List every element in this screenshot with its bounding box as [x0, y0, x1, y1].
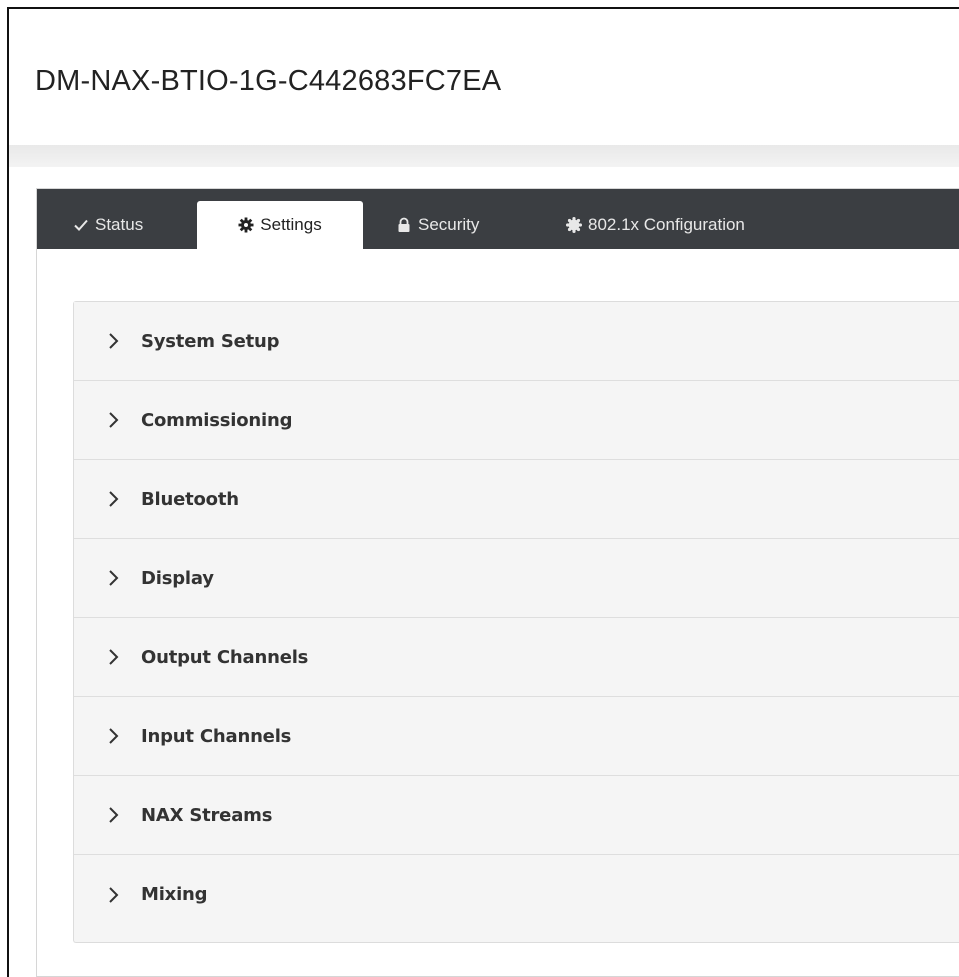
chevron-right-icon — [107, 648, 121, 666]
section-label: Display — [141, 567, 214, 589]
accordion-bluetooth[interactable]: Bluetooth — [74, 460, 959, 539]
accordion-nax-streams[interactable]: NAX Streams — [74, 776, 959, 855]
chevron-right-icon — [107, 806, 121, 824]
section-label: Input Channels — [141, 725, 292, 747]
tab-status-label: Status — [95, 215, 144, 234]
tab-security[interactable]: Security — [396, 201, 479, 249]
chevron-right-icon — [107, 886, 121, 904]
settings-panel: Status Settings Security 802.1x Configur… — [36, 188, 959, 977]
accordion-output-channels[interactable]: Output Channels — [74, 618, 959, 697]
section-label: Bluetooth — [141, 488, 239, 510]
chevron-right-icon — [107, 490, 121, 508]
accordion-system-setup[interactable]: System Setup — [74, 302, 959, 381]
tab-802-1x-configuration[interactable]: 802.1x Configuration — [566, 201, 745, 249]
page-header: DM-NAX-BTIO-1G-C442683FC7EA — [9, 9, 959, 146]
section-label: Output Channels — [141, 646, 309, 668]
tab-bar: Status Settings Security 802.1x Configur… — [37, 189, 959, 249]
tab-settings-label: Settings — [260, 215, 322, 234]
chevron-right-icon — [107, 332, 121, 350]
tab-status[interactable]: Status — [73, 201, 143, 249]
tab-802-1x-label: 802.1x Configuration — [588, 215, 745, 234]
header-divider — [9, 145, 959, 167]
cog-badge-icon — [566, 217, 582, 233]
section-label: System Setup — [141, 330, 280, 352]
accordion-commissioning[interactable]: Commissioning — [74, 381, 959, 460]
section-label: NAX Streams — [141, 804, 273, 826]
check-icon — [73, 217, 89, 233]
accordion-display[interactable]: Display — [74, 539, 959, 618]
lock-icon — [396, 217, 412, 233]
chevron-right-icon — [107, 411, 121, 429]
chevron-right-icon — [107, 727, 121, 745]
accordion-input-channels[interactable]: Input Channels — [74, 697, 959, 776]
chevron-right-icon — [107, 569, 121, 587]
accordion-mixing[interactable]: Mixing — [74, 855, 959, 934]
app-frame: DM-NAX-BTIO-1G-C442683FC7EA Status Setti… — [7, 7, 959, 977]
settings-accordion: System Setup Commissioning Bluetooth Dis… — [73, 301, 959, 943]
device-title: DM-NAX-BTIO-1G-C442683FC7EA — [35, 65, 502, 97]
tab-security-label: Security — [418, 215, 480, 234]
gear-icon — [238, 217, 254, 233]
section-label: Mixing — [141, 884, 208, 905]
tab-settings[interactable]: Settings — [197, 201, 363, 249]
section-label: Commissioning — [141, 409, 293, 431]
